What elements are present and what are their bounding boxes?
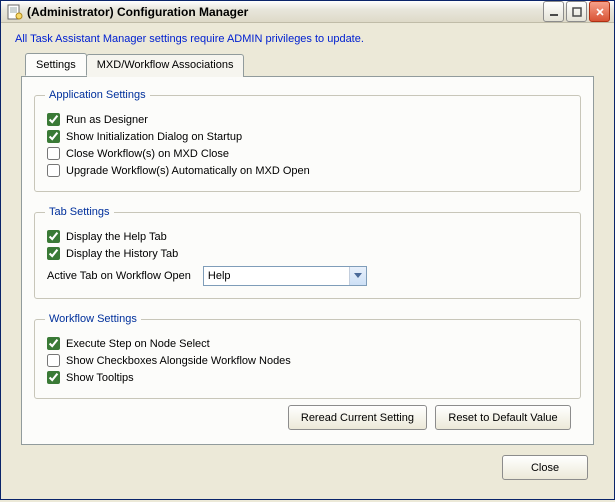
- close-workflows-checkbox[interactable]: [47, 147, 60, 160]
- tabstrip: Settings MXD/Workflow Associations: [25, 53, 604, 76]
- display-help-tab-checkbox[interactable]: [47, 230, 60, 243]
- minimize-button[interactable]: [543, 1, 564, 22]
- close-button[interactable]: Close: [502, 455, 588, 480]
- active-tab-value: Help: [208, 270, 231, 282]
- panel-button-row: Reread Current Setting Reset to Default …: [34, 405, 571, 430]
- execute-step-checkbox[interactable]: [47, 337, 60, 350]
- application-settings-legend: Application Settings: [45, 89, 150, 101]
- tab-mxd-workflow[interactable]: MXD/Workflow Associations: [86, 54, 245, 77]
- show-checkboxes-nodes-checkbox[interactable]: [47, 354, 60, 367]
- show-init-dialog-checkbox[interactable]: [47, 130, 60, 143]
- tab-settings[interactable]: Settings: [25, 53, 87, 76]
- show-init-dialog-label: Show Initialization Dialog on Startup: [66, 131, 242, 143]
- close-workflows-label: Close Workflow(s) on MXD Close: [66, 148, 229, 160]
- window-controls: [543, 1, 610, 22]
- show-tooltips-checkbox[interactable]: [47, 371, 60, 384]
- reread-button[interactable]: Reread Current Setting: [288, 405, 427, 430]
- workflow-settings-group: Workflow Settings Execute Step on Node S…: [34, 313, 581, 399]
- show-tooltips-label: Show Tooltips: [66, 372, 134, 384]
- tab-settings-group: Tab Settings Display the Help Tab Displa…: [34, 206, 581, 299]
- chevron-down-icon: [349, 267, 366, 285]
- config-manager-window: (Administrator) Configuration Manager Al…: [0, 0, 615, 500]
- close-window-button[interactable]: [589, 1, 610, 22]
- maximize-button[interactable]: [566, 1, 587, 22]
- run-as-designer-label: Run as Designer: [66, 114, 148, 126]
- tab-settings-legend: Tab Settings: [45, 206, 114, 218]
- client-area: All Task Assistant Manager settings requ…: [1, 23, 614, 502]
- upgrade-workflows-label: Upgrade Workflow(s) Automatically on MXD…: [66, 165, 310, 177]
- application-settings-group: Application Settings Run as Designer Sho…: [34, 89, 581, 192]
- run-as-designer-checkbox[interactable]: [47, 113, 60, 126]
- settings-panel: Application Settings Run as Designer Sho…: [21, 76, 594, 445]
- upgrade-workflows-checkbox[interactable]: [47, 164, 60, 177]
- execute-step-label: Execute Step on Node Select: [66, 338, 210, 350]
- display-history-tab-checkbox[interactable]: [47, 247, 60, 260]
- show-checkboxes-nodes-label: Show Checkboxes Alongside Workflow Nodes: [66, 355, 291, 367]
- admin-notice: All Task Assistant Manager settings requ…: [15, 33, 604, 45]
- app-icon: [7, 4, 23, 20]
- display-help-tab-label: Display the Help Tab: [66, 231, 167, 243]
- window-title: (Administrator) Configuration Manager: [27, 5, 543, 19]
- display-history-tab-label: Display the History Tab: [66, 248, 178, 260]
- titlebar[interactable]: (Administrator) Configuration Manager: [1, 1, 614, 23]
- reset-button[interactable]: Reset to Default Value: [435, 405, 571, 430]
- workflow-settings-legend: Workflow Settings: [45, 313, 141, 325]
- footer: Close: [11, 445, 604, 492]
- active-tab-label: Active Tab on Workflow Open: [47, 270, 191, 282]
- active-tab-combobox[interactable]: Help: [203, 266, 367, 286]
